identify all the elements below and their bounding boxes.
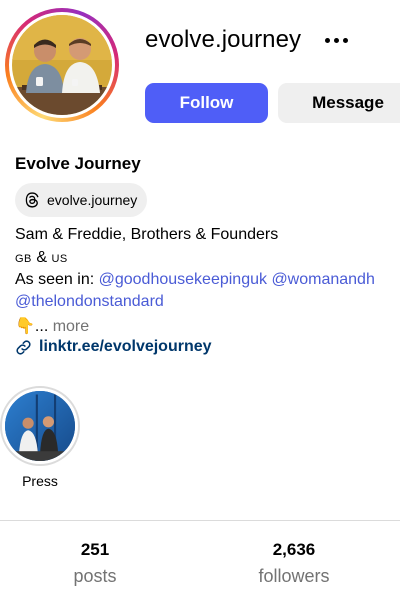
profile-avatar-ring[interactable] <box>5 8 119 122</box>
dot <box>334 37 339 43</box>
bio-mention-line: @thelondonstandard <box>15 293 164 311</box>
highlight-label: Press <box>22 473 58 489</box>
bio-as-seen-in-line: As seen in: @goodhousekeepinguk @womanan… <box>15 271 375 289</box>
followers-label: followers <box>258 566 330 586</box>
highlight-ring <box>0 386 80 466</box>
follow-button[interactable]: Follow <box>145 83 268 123</box>
link-icon <box>16 339 31 355</box>
mention-link[interactable]: @womanandh <box>271 271 374 288</box>
external-link-text: linktr.ee/evolvejourney <box>39 338 212 355</box>
threads-profile-button[interactable]: evolve.journey <box>15 183 148 217</box>
posts-label: posts <box>73 566 117 586</box>
bio-more-line: 👇... more <box>15 316 89 336</box>
bio-amp: & <box>31 249 52 266</box>
message-button[interactable]: Message <box>278 83 400 123</box>
stats-divider <box>0 520 400 521</box>
bio-line: Sam & Freddie, Brothers & Founders <box>15 226 279 243</box>
mention-link[interactable]: @thelondonstandard <box>15 293 164 310</box>
bio-flags-line: GB & US <box>15 249 68 267</box>
bio-as-seen-prefix: As seen in: <box>15 271 99 288</box>
bio-more-button[interactable]: more <box>53 318 89 335</box>
profile-display-name: Evolve Journey <box>15 154 141 173</box>
profile-avatar-frame <box>9 12 115 118</box>
profile-avatar <box>12 15 112 115</box>
flag-us-icon: US <box>51 253 68 265</box>
followers-count: 2,636 <box>272 540 316 559</box>
bio-ellipsis: ... <box>34 318 53 335</box>
dot <box>325 37 330 43</box>
posts-stat[interactable]: 251 posts <box>25 540 165 587</box>
flag-gb-icon: GB <box>15 253 32 265</box>
dot <box>343 37 348 43</box>
external-link[interactable]: linktr.ee/evolvejourney <box>15 338 212 356</box>
threads-icon <box>25 192 39 208</box>
posts-count: 251 <box>80 540 110 559</box>
mention-link[interactable]: @goodhousekeepinguk <box>99 271 267 288</box>
followers-stat[interactable]: 2,636 followers <box>224 540 364 587</box>
profile-username: evolve.journey <box>145 26 302 53</box>
pointing-down-emoji-icon: 👇 <box>15 318 35 335</box>
threads-handle: evolve.journey <box>47 192 138 208</box>
story-highlight-press[interactable]: Press <box>0 386 80 489</box>
press-highlight-cover-icon <box>5 391 75 461</box>
more-options-icon[interactable] <box>325 25 357 55</box>
